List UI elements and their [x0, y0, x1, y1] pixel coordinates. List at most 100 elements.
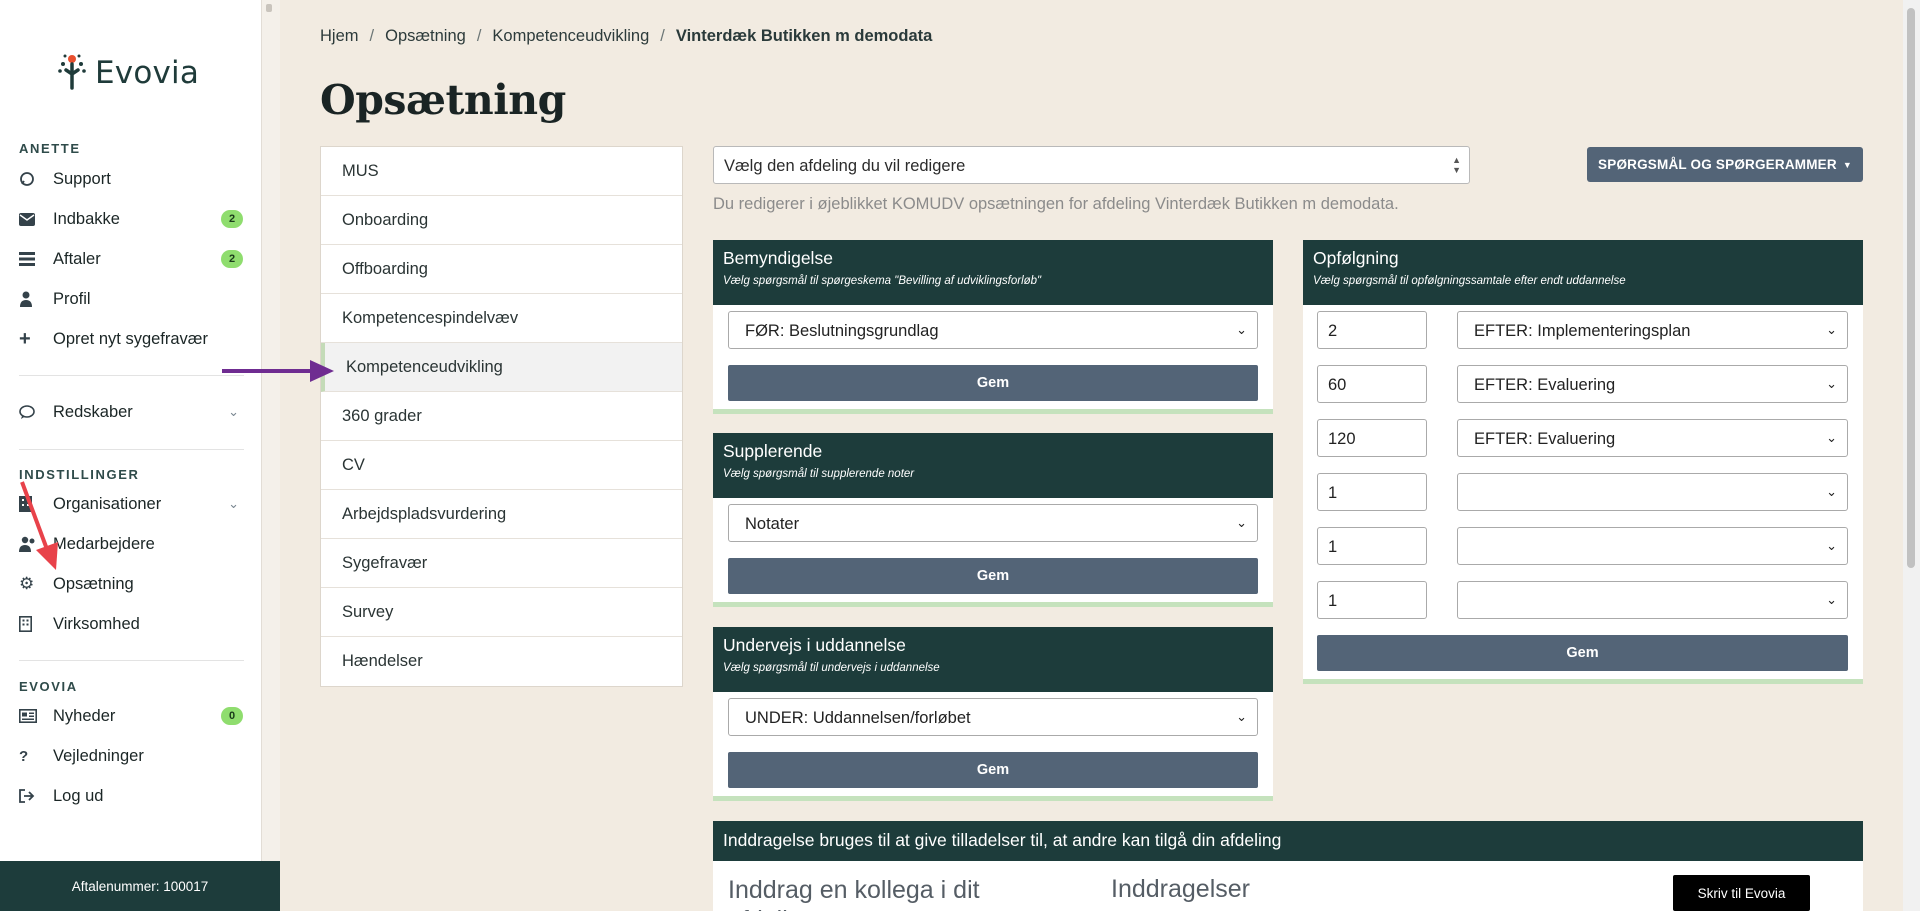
- select-value: EFTER: Evaluering: [1474, 376, 1616, 394]
- breadcrumb-separator: /: [476, 27, 482, 45]
- followup-question-select[interactable]: ⌄: [1457, 527, 1848, 565]
- breadcrumb-link-competence[interactable]: Kompetenceudvikling: [492, 27, 649, 46]
- followup-days-input[interactable]: 1: [1317, 527, 1427, 565]
- panel-inddragelse: Inddragelse bruges til at give tilladels…: [713, 821, 1863, 911]
- main-scrollbar[interactable]: [1903, 0, 1920, 911]
- supplerende-select[interactable]: Notater ⌄: [728, 504, 1258, 542]
- tab-360-grader[interactable]: 360 grader: [321, 392, 682, 441]
- panel-header: Inddragelse bruges til at give tilladels…: [713, 821, 1863, 861]
- setup-tabs: MUS Onboarding Offboarding Kompetencespi…: [320, 146, 683, 687]
- sidebar-item-label: Aftaler: [53, 249, 101, 268]
- undervejs-select[interactable]: UNDER: Uddannelsen/forløbet ⌄: [728, 698, 1258, 736]
- sidebar-item-label: Log ud: [53, 786, 104, 805]
- followup-question-select[interactable]: ⌄: [1457, 581, 1848, 619]
- chevron-down-icon: ⌄: [1826, 484, 1837, 499]
- sidebar-item-vejledninger[interactable]: ? Vejledninger: [19, 741, 245, 771]
- sidebar-item-label: Support: [53, 169, 111, 188]
- select-value: UNDER: Uddannelsen/forløbet: [745, 709, 971, 727]
- page-title: Opsætning: [320, 76, 566, 124]
- undervejs-save-button[interactable]: Gem: [728, 752, 1258, 788]
- questions-dropdown-button[interactable]: SPØRGSMÅL OG SPØRGERAMMER ▼: [1587, 147, 1863, 182]
- followup-days-input[interactable]: 60: [1317, 365, 1427, 403]
- tab-cv[interactable]: CV: [321, 441, 682, 490]
- panel-header: Undervejs i uddannelse Vælg spørgsmål ti…: [713, 627, 1273, 692]
- sidebar-item-label: Opret nyt sygefravær: [53, 329, 208, 348]
- gear-icon: ⚙: [19, 574, 35, 593]
- select-value: FØR: Beslutningsgrundlag: [745, 322, 939, 340]
- inbox-count-badge: 2: [221, 210, 243, 228]
- followup-days-input[interactable]: 120: [1317, 419, 1427, 457]
- brand-name: Evovia: [95, 55, 200, 91]
- panel-header: Bemyndigelse Vælg spørgsmål til spørgesk…: [713, 240, 1273, 305]
- breadcrumb-link-home[interactable]: Hjem: [320, 27, 359, 46]
- sidebar-item-nyheder[interactable]: Nyheder 0: [19, 701, 245, 731]
- bemyndigelse-select[interactable]: FØR: Beslutningsgrundlag ⌄: [728, 311, 1258, 349]
- followup-question-select[interactable]: EFTER: Evaluering ⌄: [1457, 419, 1848, 457]
- sidebar-item-label: Nyheder: [53, 706, 116, 725]
- tab-arbejdspladsvurdering[interactable]: Arbejdspladsvurdering: [321, 490, 682, 539]
- bemyndigelse-save-button[interactable]: Gem: [728, 365, 1258, 401]
- opfolgning-save-button[interactable]: Gem: [1317, 635, 1848, 671]
- chevron-down-icon: ⌄: [1826, 322, 1837, 337]
- followup-days-input[interactable]: 1: [1317, 581, 1427, 619]
- followup-question-select[interactable]: EFTER: Implementeringsplan ⌄: [1457, 311, 1848, 349]
- chevron-down-icon: ⌄: [1826, 538, 1837, 553]
- list-icon: [19, 252, 53, 266]
- involve-colleague-heading: Inddrag en kollega i dit afdelingsansvar: [728, 876, 980, 911]
- sidebar-item-support[interactable]: Support: [19, 164, 245, 194]
- logout-icon: [19, 789, 53, 803]
- scrollbar-thumb[interactable]: [266, 4, 272, 12]
- panel-subtitle: Vælg spørgsmål til undervejs i uddannels…: [723, 662, 940, 674]
- followup-question-select[interactable]: ⌄: [1457, 473, 1848, 511]
- write-to-evovia-button[interactable]: Skriv til Evovia: [1673, 875, 1810, 911]
- tab-sygefravaer[interactable]: Sygefravær: [321, 539, 682, 588]
- chevron-down-icon: ⌄: [1236, 322, 1247, 337]
- sidebar-item-profil[interactable]: Profil: [19, 284, 245, 314]
- tab-survey[interactable]: Survey: [321, 588, 682, 637]
- tab-kompetencespindelvaev[interactable]: Kompetencespindelvæv: [321, 294, 682, 343]
- tab-mus[interactable]: MUS: [321, 147, 682, 196]
- panel-title: Bemyndigelse: [723, 248, 833, 268]
- tab-offboarding[interactable]: Offboarding: [321, 245, 682, 294]
- followup-question-select[interactable]: EFTER: Evaluering ⌄: [1457, 365, 1848, 403]
- followup-days-input[interactable]: 2: [1317, 311, 1427, 349]
- involvements-heading: Inddragelser: [1111, 875, 1250, 903]
- sidebar-item-virksomhed[interactable]: Virksomhed: [19, 609, 245, 639]
- sidebar-item-log-ud[interactable]: Log ud: [19, 781, 245, 811]
- office-icon: [19, 616, 53, 632]
- breadcrumb-link-setup[interactable]: Opsætning: [385, 27, 466, 46]
- logo[interactable]: Evovia: [55, 50, 199, 96]
- followup-days-input[interactable]: 1: [1317, 473, 1427, 511]
- user-icon: [19, 291, 53, 307]
- scrollbar-thumb[interactable]: [1907, 8, 1915, 568]
- news-count-badge: 0: [221, 707, 243, 725]
- sidebar-item-label: Redskaber: [53, 402, 133, 421]
- tab-onboarding[interactable]: Onboarding: [321, 196, 682, 245]
- sidebar-scrollbar[interactable]: [262, 0, 280, 911]
- caret-down-icon: ▼: [1842, 159, 1852, 170]
- question-icon: ?: [19, 747, 29, 765]
- department-select[interactable]: Vælg den afdeling du vil redigere ▲ ▼: [713, 146, 1470, 184]
- sidebar-item-redskaber[interactable]: Redskaber ⌄: [19, 397, 245, 427]
- tab-haendelser[interactable]: Hændelser: [321, 637, 682, 686]
- breadcrumb-separator: /: [660, 27, 665, 45]
- sidebar-item-aftaler[interactable]: Aftaler 2: [19, 244, 245, 274]
- select-value: EFTER: Evaluering: [1474, 430, 1616, 448]
- chevron-down-icon: ⌄: [228, 496, 239, 511]
- panel-subtitle: Vælg spørgsmål til supplerende noter: [723, 468, 915, 480]
- sidebar-item-label: Profil: [53, 289, 91, 308]
- panel-title: Undervejs i uddannelse: [723, 635, 906, 655]
- red-arrow-annotation: [20, 481, 58, 570]
- breadcrumb: Hjem / Opsætning / Kompetenceudvikling /…: [320, 27, 932, 46]
- panel-bemyndigelse: Bemyndigelse Vælg spørgsmål til spørgesk…: [713, 240, 1273, 414]
- chevron-down-icon: ⌄: [1236, 515, 1247, 530]
- support-icon: [19, 171, 53, 187]
- tab-kompetenceudvikling[interactable]: Kompetenceudvikling: [321, 343, 682, 392]
- breadcrumb-separator: /: [369, 27, 375, 45]
- supplerende-save-button[interactable]: Gem: [728, 558, 1258, 594]
- sidebar-item-label: Organisationer: [53, 494, 162, 513]
- chat-icon: [19, 404, 53, 420]
- agreement-number: Aftalenummer: 100017: [0, 861, 280, 911]
- sidebar-item-indbakke[interactable]: Indbakke 2: [19, 204, 245, 234]
- sidebar-item-opret-sygefravaer[interactable]: + Opret nyt sygefravær: [19, 324, 245, 354]
